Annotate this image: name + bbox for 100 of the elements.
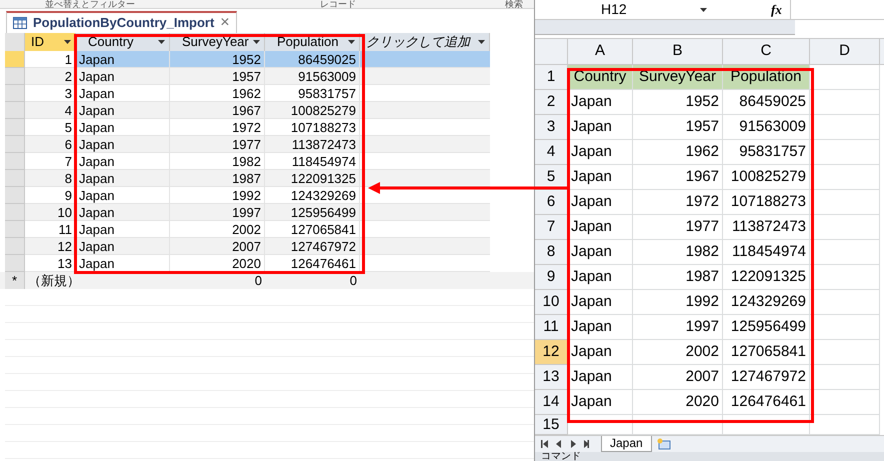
sheet-cell: 124329269 — [723, 290, 810, 315]
table-cell: Japan — [76, 238, 170, 255]
table-cell: 12 — [25, 238, 76, 255]
empty-cell — [810, 240, 880, 265]
sheet-cell: 1977 — [633, 215, 723, 240]
empty-cell — [810, 115, 880, 140]
record-selector[interactable] — [5, 85, 25, 102]
row-header[interactable]: 3 — [535, 115, 568, 140]
column-header[interactable]: B — [633, 39, 723, 64]
column-header[interactable]: D — [810, 39, 880, 64]
table-cell: 1982 — [170, 153, 265, 170]
dropdown-caret-icon[interactable] — [700, 8, 707, 12]
table-cell: 125956499 — [265, 204, 360, 221]
row-header[interactable]: 7 — [535, 215, 568, 240]
row-header[interactable]: 13 — [535, 365, 568, 390]
table-cell: 1992 — [170, 187, 265, 204]
table-cell: 6 — [25, 136, 76, 153]
sheet-cell: 1992 — [633, 290, 723, 315]
table-cell: Japan — [76, 51, 170, 68]
table-cell: 118454974 — [265, 153, 360, 170]
table-cell: 1987 — [170, 170, 265, 187]
close-button[interactable]: × — [220, 15, 230, 31]
dropdown-caret-icon[interactable] — [64, 40, 71, 44]
table-cell: 1962 — [170, 85, 265, 102]
ribbon-group-label: レコード — [320, 0, 357, 8]
table-cell: 95831757 — [265, 85, 360, 102]
column-header[interactable]: A — [568, 39, 633, 64]
row-header[interactable]: 12 — [535, 340, 568, 365]
row-header[interactable]: 14 — [535, 390, 568, 415]
sheet-cell: Japan — [568, 290, 633, 315]
tab-title: PopulationByCountry_Import — [33, 14, 214, 32]
table-cell: 86459025 — [265, 51, 360, 68]
row-header[interactable]: 1 — [535, 65, 568, 90]
row-header[interactable]: 9 — [535, 265, 568, 290]
formula-button[interactable]: fx — [771, 0, 782, 20]
sheet-navigation-icon[interactable] — [541, 440, 589, 448]
sheet-cell: 2020 — [633, 390, 723, 415]
dropdown-caret-icon[interactable] — [158, 40, 165, 44]
row-header[interactable]: 15 — [535, 415, 568, 435]
sheet-cell: 1967 — [633, 165, 723, 190]
column-header[interactable]: ID — [25, 33, 76, 51]
sheet-cell: 126476461 — [723, 390, 810, 415]
sheet-cell: 118454974 — [723, 240, 810, 265]
table-cell: Japan — [76, 136, 170, 153]
record-selector[interactable] — [5, 221, 25, 238]
table-cell: Japan — [76, 119, 170, 136]
table-cell-text: 0 — [254, 272, 263, 289]
record-selector[interactable] — [5, 102, 25, 119]
new-record-marker: * — [5, 272, 25, 289]
sheet-cell: Japan — [568, 365, 633, 390]
row-header[interactable]: 4 — [535, 140, 568, 165]
document-tab[interactable]: PopulationByCountry_Import × — [6, 11, 237, 33]
row-header[interactable]: 2 — [535, 90, 568, 115]
column-header[interactable]: クリックして追加 — [360, 33, 490, 51]
empty-cell — [810, 340, 880, 365]
sheet-tab[interactable]: Japan — [601, 436, 652, 452]
table-cell: Japan — [76, 187, 170, 204]
dropdown-caret-icon[interactable] — [478, 40, 485, 44]
new-sheet-icon[interactable] — [656, 438, 672, 450]
empty-cell — [810, 140, 880, 165]
record-selector[interactable] — [5, 136, 25, 153]
table-cell: 1957 — [170, 68, 265, 85]
table-cell-text: （新規） — [27, 272, 76, 289]
sheet-cell: Japan — [568, 240, 633, 265]
record-selector[interactable] — [5, 204, 25, 221]
empty-cell — [810, 290, 880, 315]
dropdown-caret-icon[interactable] — [253, 40, 260, 44]
record-selector[interactable] — [5, 255, 25, 272]
column-header[interactable]: C — [723, 39, 810, 64]
sheet-cell: 125956499 — [723, 315, 810, 340]
table-cell: 1967 — [170, 102, 265, 119]
row-header[interactable]: 11 — [535, 315, 568, 340]
sheet-cell: Japan — [568, 90, 633, 115]
record-selector[interactable] — [5, 187, 25, 204]
sheet-cell: Japan — [568, 190, 633, 215]
record-selector[interactable] — [5, 153, 25, 170]
sheet-cell: 1987 — [633, 265, 723, 290]
table-cell: 2 — [25, 68, 76, 85]
record-selector[interactable] — [5, 119, 25, 136]
table-cell: 1972 — [170, 119, 265, 136]
row-header[interactable]: 6 — [535, 190, 568, 215]
table-cell: Japan — [76, 85, 170, 102]
sheet-cell: 100825279 — [723, 165, 810, 190]
record-selector[interactable] — [5, 51, 25, 68]
sheet-cell: 127065841 — [723, 340, 810, 365]
select-all-corner[interactable] — [5, 33, 25, 51]
table-cell: Japan — [76, 153, 170, 170]
name-box[interactable]: H12 — [535, 0, 715, 19]
table-cell: Japan — [76, 170, 170, 187]
record-selector[interactable] — [5, 238, 25, 255]
sheet-cell: 95831757 — [723, 140, 810, 165]
row-header[interactable]: 10 — [535, 290, 568, 315]
sheet-cell: 122091325 — [723, 265, 810, 290]
record-selector[interactable] — [5, 68, 25, 85]
sheet-cell: 127467972 — [723, 365, 810, 390]
table-cell: 2007 — [170, 238, 265, 255]
row-header[interactable]: 8 — [535, 240, 568, 265]
table-cell: 107188273 — [265, 119, 360, 136]
record-selector[interactable] — [5, 170, 25, 187]
dropdown-caret-icon[interactable] — [348, 40, 355, 44]
